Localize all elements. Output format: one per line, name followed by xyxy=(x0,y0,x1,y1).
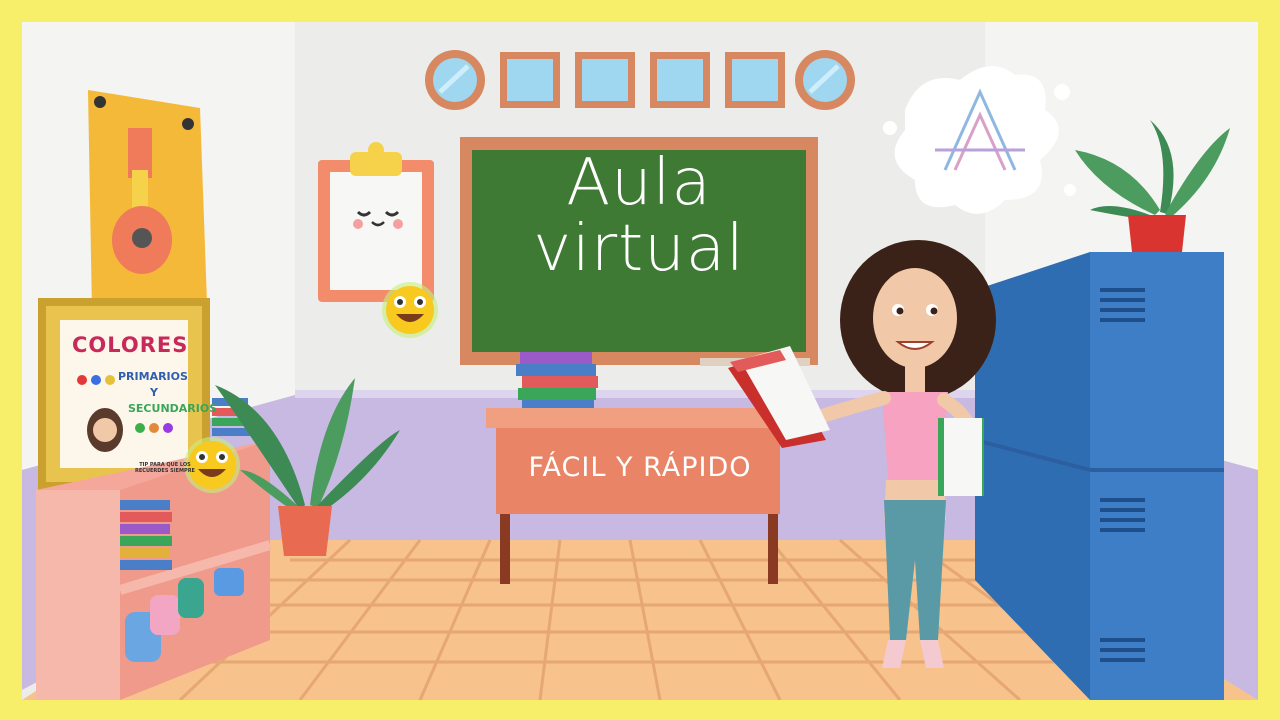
poster-y: Y xyxy=(150,386,158,399)
poster-tip: TIP PARA QUE LOS RECUERDES SIEMPRE xyxy=(135,462,195,474)
poster-primary: PRIMARIOS xyxy=(118,370,188,383)
guitar-poster xyxy=(88,90,208,330)
desk-label: FÁCIL Y RÁPIDO xyxy=(528,452,752,483)
board-title: Aula virtual xyxy=(474,150,804,282)
poster-title: COLORES xyxy=(72,333,189,357)
book-stack xyxy=(516,352,598,410)
poster-secondary: SECUNDARIOS xyxy=(128,402,218,415)
board-title-line-2: virtual xyxy=(533,212,745,286)
board-title-line-1: Aula xyxy=(566,146,712,220)
clipboard xyxy=(318,142,434,302)
grinning-emoji-icon xyxy=(382,282,438,338)
classroom-scene: Aula virtual FÁCIL Y RÁPIDO COLORES PRIM… xyxy=(0,0,1280,720)
